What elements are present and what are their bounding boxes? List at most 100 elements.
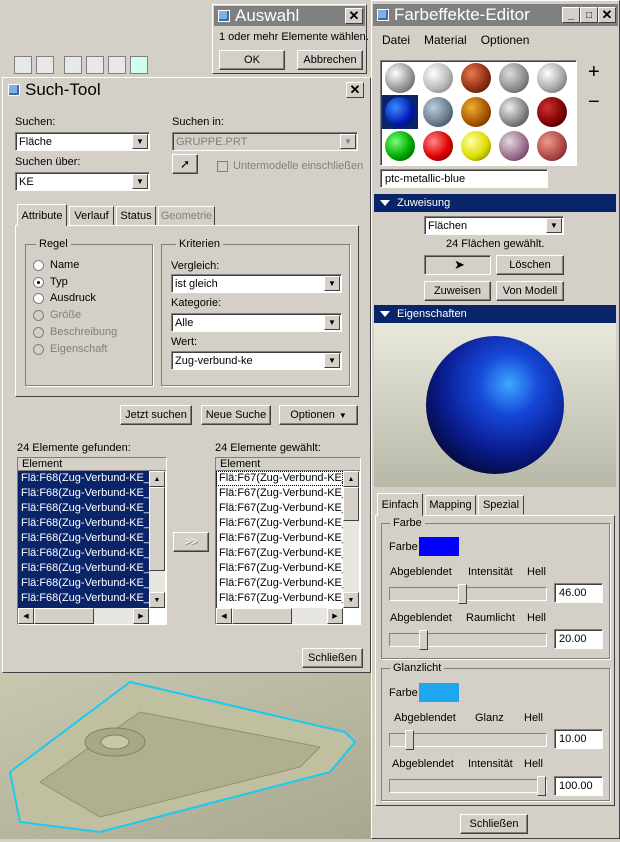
category-select[interactable]: Alle ▼ (171, 313, 342, 332)
list-item[interactable]: Flä:F67(Zug-Verbund-KE_ (216, 486, 343, 501)
found-column-header[interactable]: Element (18, 458, 166, 471)
scroll-thumb[interactable] (34, 608, 94, 624)
auswahl-titlebar[interactable]: Auswahl (214, 6, 365, 26)
list-item[interactable]: Flä:F67(Zug-Verbund-KE_ (216, 561, 343, 576)
material-swatch[interactable] (461, 131, 491, 161)
cancel-button[interactable]: Abbrechen (297, 50, 363, 70)
slider-thumb[interactable] (419, 630, 428, 650)
value-select[interactable]: Zug-verbund-ke ▼ (171, 351, 342, 370)
menu-optionen[interactable]: Optionen (481, 33, 530, 47)
options-button[interactable]: Optionen ▼ (279, 405, 358, 425)
material-swatch[interactable] (499, 131, 529, 161)
material-swatch[interactable] (423, 63, 453, 93)
material-swatch[interactable] (499, 63, 529, 93)
ambient-input[interactable]: 20.00 (554, 629, 603, 649)
intensity-slider[interactable] (389, 584, 547, 604)
rule-description-radio[interactable]: Beschreibung (33, 326, 117, 338)
search-type-select[interactable]: Fläche ▼ (15, 132, 150, 151)
material-swatch[interactable] (423, 131, 453, 161)
found-vscroll[interactable]: ▲ ▼ (149, 471, 165, 608)
material-swatch[interactable] (537, 63, 567, 93)
material-swatch[interactable] (423, 97, 453, 127)
submodels-checkbox[interactable] (217, 161, 228, 172)
list-item[interactable]: Flä:F67(Zug-Verbund-KE_ (216, 591, 343, 606)
material-swatch-selected[interactable] (385, 97, 415, 127)
gloss-slider[interactable] (389, 730, 547, 750)
material-swatch[interactable] (385, 131, 415, 161)
list-item[interactable]: Flä:F68(Zug-Verbund-KE_ (18, 471, 149, 486)
list-item[interactable]: Flä:F68(Zug-Verbund-KE_ (18, 486, 149, 501)
ok-button[interactable]: OK (219, 50, 285, 70)
props-section-header[interactable]: Eigenschaften (374, 305, 616, 323)
rule-expression-radio[interactable]: Ausdruck (33, 292, 96, 304)
material-swatch[interactable] (385, 63, 415, 93)
compare-select[interactable]: ist gleich ▼ (171, 274, 342, 293)
slider-thumb[interactable] (458, 584, 467, 604)
hl-intensity-input[interactable]: 100.00 (554, 776, 603, 796)
selected-column-header[interactable]: Element (216, 458, 360, 471)
tab-verlauf[interactable]: Verlauf (69, 206, 114, 226)
selected-vscroll[interactable]: ▲ ▼ (343, 471, 359, 608)
list-item[interactable]: Flä:F67(Zug-Verbund-KE_ (216, 546, 343, 561)
tab-status[interactable]: Status (116, 206, 156, 226)
rule-type-radio[interactable]: Typ (33, 276, 68, 288)
list-item[interactable]: Flä:F67(Zug-Verbund-KE_ (216, 531, 343, 546)
list-item[interactable]: Flä:F67(Zug-Verbund-KE_ (216, 501, 343, 516)
rule-size-radio[interactable]: Größe (33, 309, 81, 321)
pick-arrow-button[interactable]: ➤ (424, 255, 491, 275)
color-swatch[interactable] (419, 537, 459, 556)
search-in-select[interactable]: GRUPPE.PRT ▼ (172, 132, 358, 151)
scroll-left-icon[interactable]: ◀ (18, 608, 34, 624)
maximize-icon[interactable]: □ (580, 7, 598, 23)
select-arrow-button[interactable]: ➚ (172, 154, 198, 174)
slider-thumb[interactable] (405, 730, 414, 750)
scroll-thumb[interactable] (149, 487, 165, 571)
assign-section-header[interactable]: Zuweisung (374, 194, 616, 212)
minus-icon[interactable]: − (588, 91, 600, 114)
material-swatch[interactable] (537, 97, 567, 127)
material-swatch[interactable] (461, 63, 491, 93)
list-item[interactable]: Flä:F68(Zug-Verbund-KE_ (18, 501, 149, 516)
menu-datei[interactable]: Datei (382, 33, 410, 47)
list-item[interactable]: Flä:F68(Zug-Verbund-KE_ (18, 531, 149, 546)
list-item[interactable]: Flä:F68(Zug-Verbund-KE_ (18, 561, 149, 576)
new-search-button[interactable]: Neue Suche (201, 405, 271, 425)
scroll-up-icon[interactable]: ▲ (343, 471, 359, 487)
list-item[interactable]: Flä:F67(Zug-Verbund-KE_ (216, 471, 343, 486)
material-swatch[interactable] (537, 131, 567, 161)
search-over-select[interactable]: KE ▼ (15, 172, 150, 191)
plus-icon[interactable]: + (588, 61, 600, 84)
scroll-thumb[interactable] (343, 487, 359, 521)
ambient-slider[interactable] (389, 630, 547, 650)
assign-button[interactable]: Zuweisen (424, 281, 491, 301)
rule-property-radio[interactable]: Eigenschaft (33, 343, 107, 355)
tab-attribute[interactable]: Attribute (17, 204, 67, 226)
found-hscroll[interactable]: ◀ ▶ (18, 608, 149, 624)
rule-name-radio[interactable]: Name (33, 259, 79, 271)
scroll-down-icon[interactable]: ▼ (343, 592, 359, 608)
close-icon[interactable]: ✕ (345, 8, 363, 24)
from-model-button[interactable]: Von Modell (496, 281, 564, 301)
hl-intensity-slider[interactable] (389, 776, 547, 796)
selected-hscroll[interactable]: ◀ ▶ (216, 608, 343, 624)
delete-button[interactable]: Löschen (496, 255, 564, 275)
editor-close-button[interactable]: Schließen (460, 814, 528, 834)
list-item[interactable]: Flä:F68(Zug-Verbund-KE_ (18, 591, 149, 606)
scroll-right-icon[interactable]: ▶ (133, 608, 149, 624)
selected-list[interactable]: Element Flä:F67(Zug-Verbund-KE_ Flä:F67(Z… (215, 457, 361, 625)
slider-thumb[interactable] (537, 776, 546, 796)
list-item[interactable]: Flä:F68(Zug-Verbund-KE_ (18, 516, 149, 531)
close-icon[interactable]: ✕ (598, 7, 616, 23)
scroll-left-icon[interactable]: ◀ (216, 608, 232, 624)
search-now-button[interactable]: Jetzt suchen (120, 405, 192, 425)
list-item[interactable]: Flä:F68(Zug-Verbund-KE_ (18, 546, 149, 561)
minimize-icon[interactable]: _ (562, 7, 580, 23)
material-swatch[interactable] (461, 97, 491, 127)
cad-viewport[interactable] (0, 672, 372, 839)
tab-mapping[interactable]: Mapping (425, 495, 476, 515)
close-icon[interactable]: ✕ (346, 82, 364, 98)
scroll-right-icon[interactable]: ▶ (327, 608, 343, 624)
highlight-color-swatch[interactable] (419, 683, 459, 702)
tab-einfach[interactable]: Einfach (377, 493, 423, 516)
list-item[interactable]: Flä:F67(Zug-Verbund-KE_ (216, 516, 343, 531)
